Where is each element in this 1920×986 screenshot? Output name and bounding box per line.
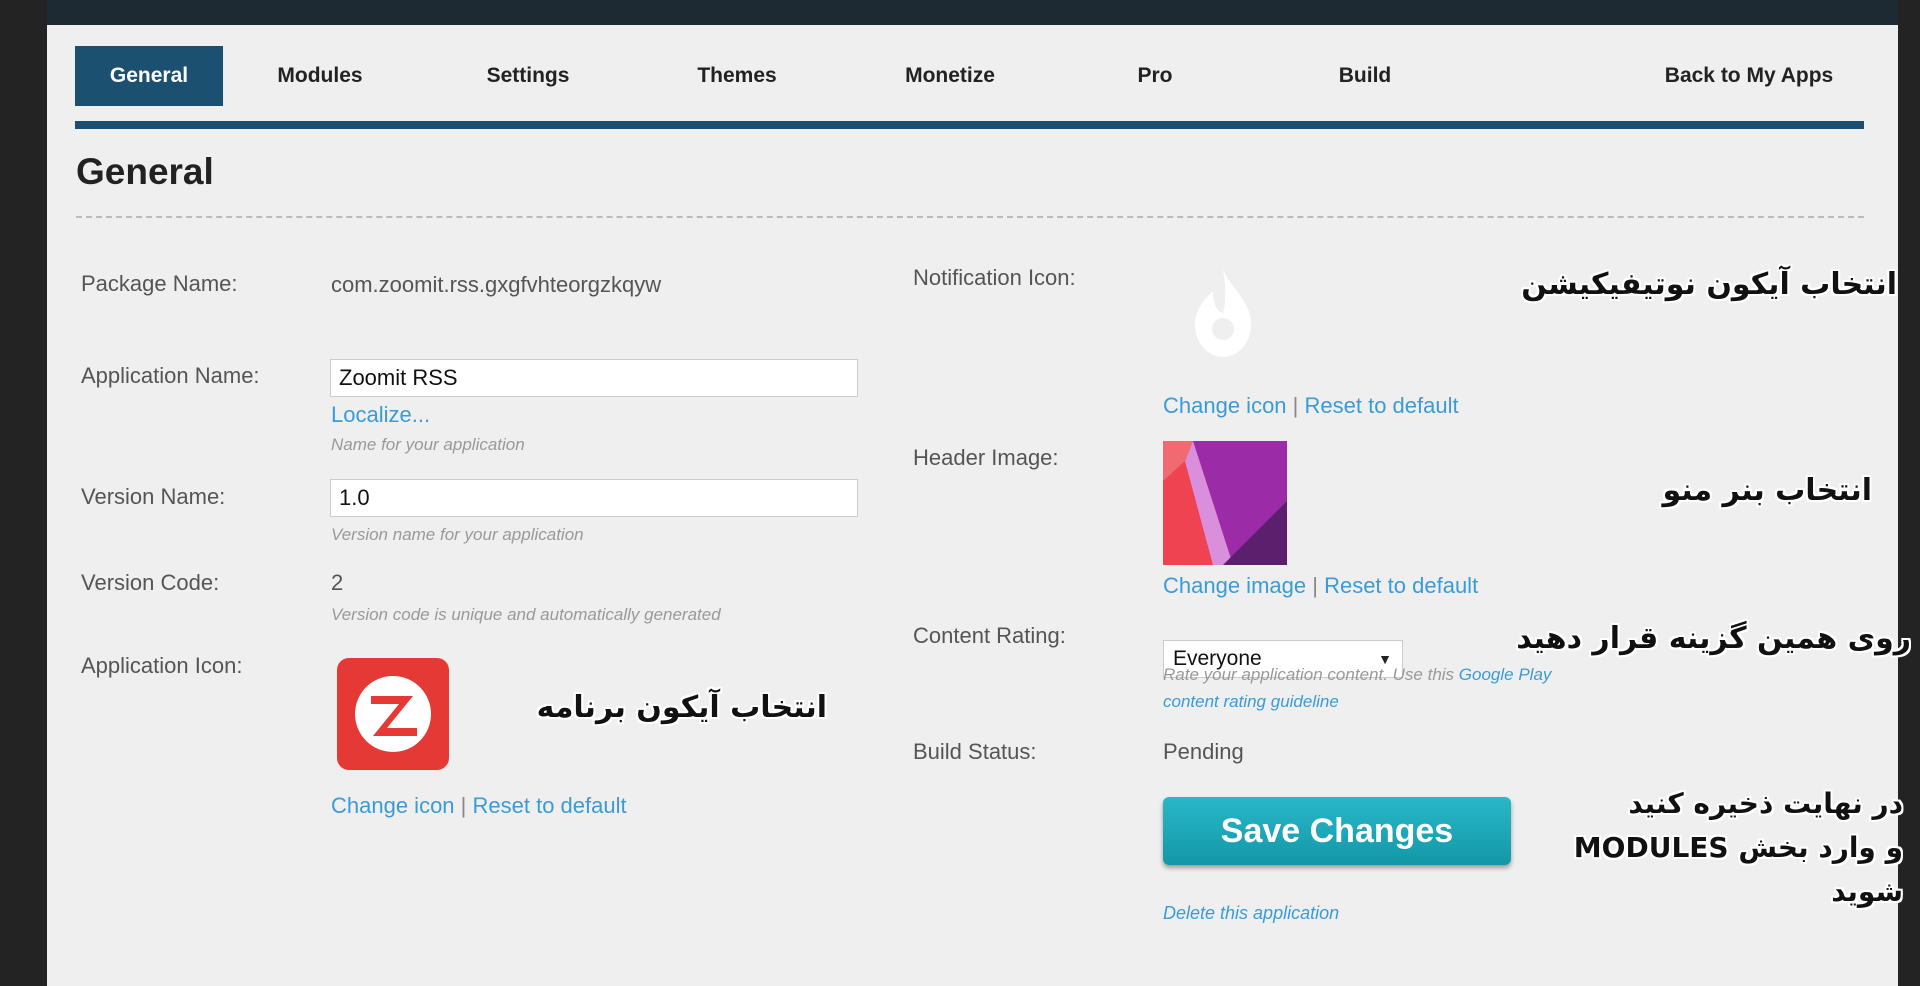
annotation-notification-icon: انتخاب آیکون نوتیفیکیشن [1521, 267, 1897, 302]
annotation-application-icon: انتخاب آیکون برنامه [536, 690, 827, 725]
header-image-separator: | [1312, 573, 1318, 598]
version-name-hint: Version name for your application [331, 525, 584, 544]
header-image-label: Header Image: [913, 445, 1059, 470]
tab-build[interactable]: Build [1305, 46, 1425, 106]
version-name-input[interactable] [330, 479, 858, 517]
delete-application-link[interactable]: Delete this application [1163, 903, 1339, 924]
content-rating-label: Content Rating: [913, 623, 1066, 648]
build-status-value: Pending [1163, 739, 1244, 764]
tab-modules[interactable]: Modules [245, 46, 395, 106]
tab-underline [75, 121, 1864, 129]
app-icon-separator: | [460, 793, 467, 818]
app-icon-actions: Change icon | Reset to default [331, 793, 627, 819]
tab-back-to-my-apps[interactable]: Back to My Apps [1635, 46, 1863, 106]
annotation-content-rating: روی همین گزینه قرار دهید [1516, 621, 1911, 656]
application-name-hint: Name for your application [331, 435, 525, 454]
tab-themes[interactable]: Themes [662, 46, 812, 106]
build-status-label: Build Status: [913, 739, 1037, 764]
version-code-hint: Version code is unique and automatically… [331, 605, 721, 624]
annotation-header-image: انتخاب بنر منو [1662, 473, 1872, 508]
tab-monetize[interactable]: Monetize [870, 46, 1030, 106]
change-notification-icon-link[interactable]: Change icon [1163, 393, 1287, 418]
reset-notification-icon-link[interactable]: Reset to default [1305, 393, 1459, 418]
version-code-value: 2 [331, 570, 344, 595]
package-name-value: com.zoomit.rss.gxgfvhteorgzkqyw [331, 272, 662, 297]
content-rating-guideline-link[interactable]: content rating guideline [1163, 692, 1339, 712]
version-name-label: Version Name: [81, 484, 226, 509]
left-edge [0, 0, 47, 986]
reset-app-icon-link[interactable]: Reset to default [473, 793, 627, 818]
annotation-save-line-3: شوید [1831, 875, 1903, 908]
tab-general[interactable]: General [75, 46, 223, 106]
flame-icon [1195, 269, 1251, 357]
content-rating-hint-text: Rate your application content. Use this [1163, 665, 1455, 684]
reset-header-image-link[interactable]: Reset to default [1324, 573, 1478, 598]
annotation-save-line-2: و وارد بخش MODULES [1573, 831, 1903, 864]
tab-settings[interactable]: Settings [453, 46, 603, 106]
tab-pro[interactable]: Pro [1105, 46, 1205, 106]
content-rating-hint: Rate your application content. Use this … [1163, 665, 1551, 685]
localize-link[interactable]: Localize... [331, 402, 430, 428]
application-name-label: Application Name: [81, 363, 260, 388]
package-name-label: Package Name: [81, 271, 238, 296]
change-app-icon-link[interactable]: Change icon [331, 793, 455, 818]
notification-icon-actions: Change icon | Reset to default [1163, 393, 1459, 419]
annotation-save: در نهایت ذخیره کنید و وارد بخش MODULES ش… [1487, 782, 1903, 914]
page-title: General [76, 151, 214, 192]
material-banner-image [1163, 441, 1287, 565]
version-code-label: Version Code: [81, 570, 220, 595]
annotation-save-line-1: در نهایت ذخیره کنید [1628, 787, 1903, 820]
application-icon-label: Application Icon: [81, 653, 243, 678]
top-bar [0, 0, 1920, 25]
header-image-actions: Change image | Reset to default [1163, 573, 1478, 599]
tab-bar: General Modules Settings Themes Monetize… [75, 46, 1863, 106]
notification-icon-image [1183, 263, 1263, 363]
change-header-image-link[interactable]: Change image [1163, 573, 1306, 598]
dashed-divider [76, 216, 1864, 218]
save-changes-button[interactable]: Save Changes [1163, 797, 1511, 865]
main-panel: General Modules Settings Themes Monetize… [47, 25, 1911, 986]
google-play-link[interactable]: Google Play [1459, 665, 1552, 684]
notification-icon-separator: | [1292, 393, 1299, 418]
header-image-thumbnail [1163, 441, 1287, 565]
application-name-input[interactable] [330, 359, 858, 397]
notification-icon-label: Notification Icon: [913, 265, 1076, 290]
